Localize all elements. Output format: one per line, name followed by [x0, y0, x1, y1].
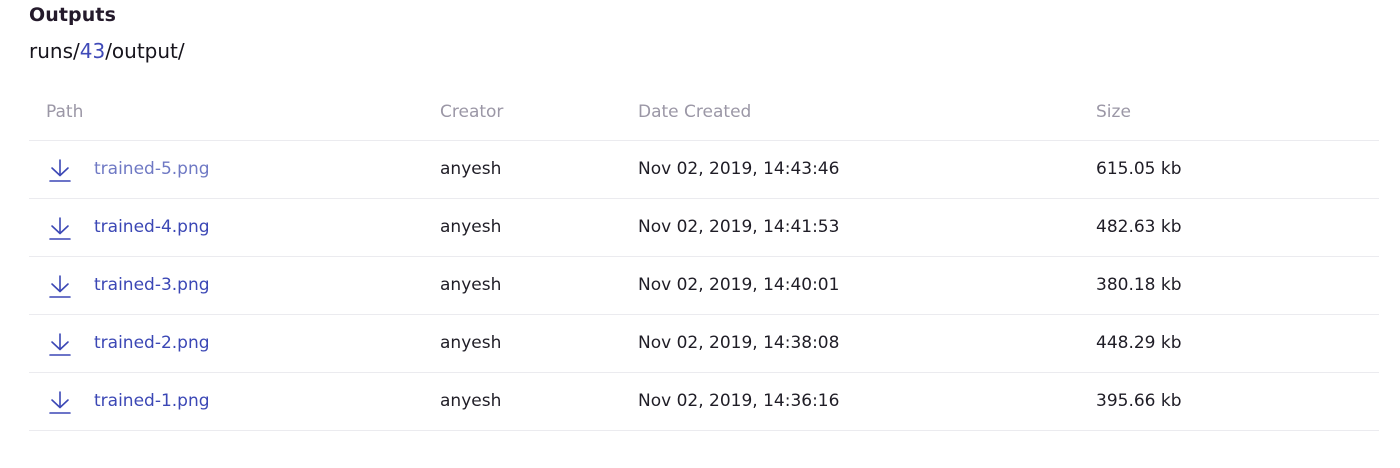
date-cell: Nov 02, 2019, 14:38:08	[638, 333, 840, 353]
download-icon[interactable]	[49, 275, 71, 299]
size-cell: 448.29 kb	[1096, 333, 1182, 353]
outputs-table: Path Creator Date Created Size trained-5…	[29, 84, 1379, 431]
date-cell: Nov 02, 2019, 14:43:46	[638, 159, 840, 179]
breadcrumb: runs/43/output/	[29, 39, 185, 63]
date-cell: Nov 02, 2019, 14:40:01	[638, 275, 840, 295]
size-cell: 380.18 kb	[1096, 275, 1182, 295]
column-header-path: Path	[46, 102, 84, 122]
file-link[interactable]: trained-2.png	[94, 333, 210, 353]
table-row: trained-1.png anyesh Nov 02, 2019, 14:36…	[29, 373, 1379, 431]
creator-cell: anyesh	[440, 391, 502, 411]
file-link[interactable]: trained-1.png	[94, 391, 210, 411]
table-row: trained-3.png anyesh Nov 02, 2019, 14:40…	[29, 257, 1379, 315]
table-header: Path Creator Date Created Size	[29, 84, 1379, 141]
creator-cell: anyesh	[440, 217, 502, 237]
column-header-size: Size	[1096, 102, 1131, 122]
size-cell: 395.66 kb	[1096, 391, 1182, 411]
file-link[interactable]: trained-4.png	[94, 217, 210, 237]
creator-cell: anyesh	[440, 159, 502, 179]
table-row: trained-2.png anyesh Nov 02, 2019, 14:38…	[29, 315, 1379, 373]
breadcrumb-run-link[interactable]: 43	[80, 39, 105, 63]
column-header-date-created: Date Created	[638, 102, 752, 122]
creator-cell: anyesh	[440, 275, 502, 295]
column-header-creator: Creator	[440, 102, 504, 122]
date-cell: Nov 02, 2019, 14:41:53	[638, 217, 840, 237]
download-icon[interactable]	[49, 159, 71, 183]
breadcrumb-suffix: /output/	[105, 39, 185, 63]
table-row: trained-5.png anyesh Nov 02, 2019, 14:43…	[29, 141, 1379, 199]
file-link[interactable]: trained-5.png	[94, 159, 210, 179]
size-cell: 615.05 kb	[1096, 159, 1182, 179]
date-cell: Nov 02, 2019, 14:36:16	[638, 391, 840, 411]
creator-cell: anyesh	[440, 333, 502, 353]
file-link[interactable]: trained-3.png	[94, 275, 210, 295]
download-icon[interactable]	[49, 391, 71, 415]
download-icon[interactable]	[49, 217, 71, 241]
page-title: Outputs	[29, 4, 116, 26]
breadcrumb-prefix: runs/	[29, 39, 80, 63]
table-row: trained-4.png anyesh Nov 02, 2019, 14:41…	[29, 199, 1379, 257]
size-cell: 482.63 kb	[1096, 217, 1182, 237]
download-icon[interactable]	[49, 333, 71, 357]
